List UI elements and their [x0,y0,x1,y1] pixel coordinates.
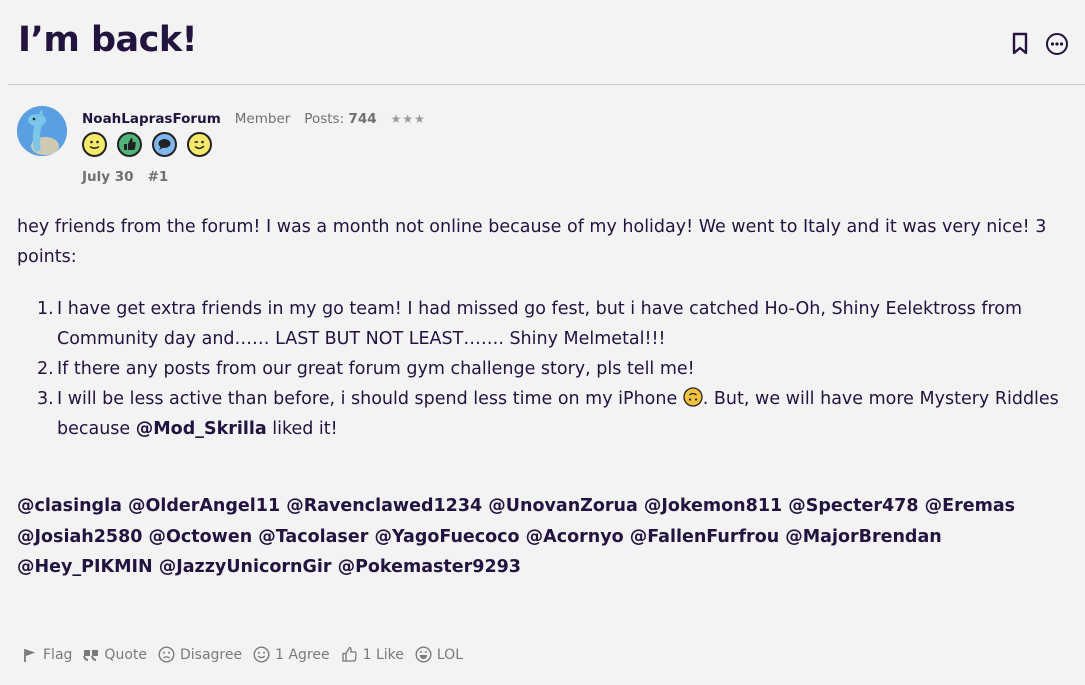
flag-label: Flag [43,646,73,663]
author-username[interactable]: NoahLaprasForum [82,111,221,127]
list-number: 3. [37,389,54,409]
list-number: 1. [37,299,54,319]
smile-badge-icon[interactable] [82,132,107,157]
thumbs-up-icon [341,646,357,662]
lol-label: LOL [436,646,463,663]
quote-label: Quote [104,646,147,663]
post-intro: hey friends from the forum! I was a mont… [17,217,1047,267]
list-item-text: liked it! [266,419,338,439]
list-item-text: I have get extra friends in my go team! … [57,299,1023,349]
wink-badge-icon[interactable] [187,132,212,157]
post-actions: Flag Quote Disagree 1 Agree 1 Like LOL [22,646,463,663]
avatar[interactable] [17,106,67,156]
topic-actions [1011,32,1069,56]
user-mention-link[interactable]: @Mod_Skrilla [136,419,267,439]
author-meta: NoahLaprasForum Member Posts: 744 ★★★ [82,111,426,127]
posts-label: Posts: [304,111,345,127]
topic-title: I’m back! [18,20,198,60]
topic-header: I’m back! [8,0,1085,85]
trust-stars: ★★★ [390,112,426,126]
list-item: 2. If there any posts from our great for… [37,354,1067,384]
post-list: 1. I have get extra friends in my go tea… [17,294,1067,444]
smile-icon [253,646,270,663]
list-item: 3. I will be less active than before, i … [37,384,1067,444]
author-post-count: Posts: 744 [304,111,376,127]
speech-bubble-badge-icon[interactable] [152,132,177,157]
author-badges [82,132,212,157]
forum-post-page: I’m back! NoahLaprasForum Member Posts: … [0,0,1085,685]
thumbs-up-badge-icon[interactable] [117,132,142,157]
list-item: 1. I have get extra friends in my go tea… [37,294,1067,354]
flag-icon [24,648,35,662]
quote-button[interactable]: Quote [83,647,147,663]
post-body: hey friends from the forum! I was a mont… [17,212,1067,444]
disagree-button[interactable]: Disagree [158,646,242,663]
flag-button[interactable]: Flag [22,647,72,663]
frown-icon [158,646,175,663]
list-number: 2. [37,359,54,379]
post-number[interactable]: #1 [148,169,169,185]
post-date[interactable]: July 30 [82,169,134,185]
quote-icon [83,649,99,661]
laugh-icon [415,646,432,663]
upside-down-face-emoji-icon [683,387,703,407]
list-item-text: I will be less active than before, i sho… [57,389,683,409]
post-meta: July 30 #1 [82,169,168,185]
more-options-icon[interactable] [1045,32,1069,56]
posts-count: 744 [348,111,377,127]
disagree-label: Disagree [179,646,243,663]
agree-label: 1 Agree [275,646,330,663]
author-role: Member [234,111,291,127]
like-button[interactable]: 1 Like [341,646,404,663]
agree-button[interactable]: 1 Agree [253,646,330,663]
bookmark-icon[interactable] [1011,32,1029,56]
like-label: 1 Like [362,646,404,663]
list-item-text: If there any posts from our great forum … [57,359,695,379]
lol-button[interactable]: LOL [415,646,463,663]
mentions-block[interactable]: @clasingla @OlderAngel11 @Ravenclawed123… [17,491,1077,583]
